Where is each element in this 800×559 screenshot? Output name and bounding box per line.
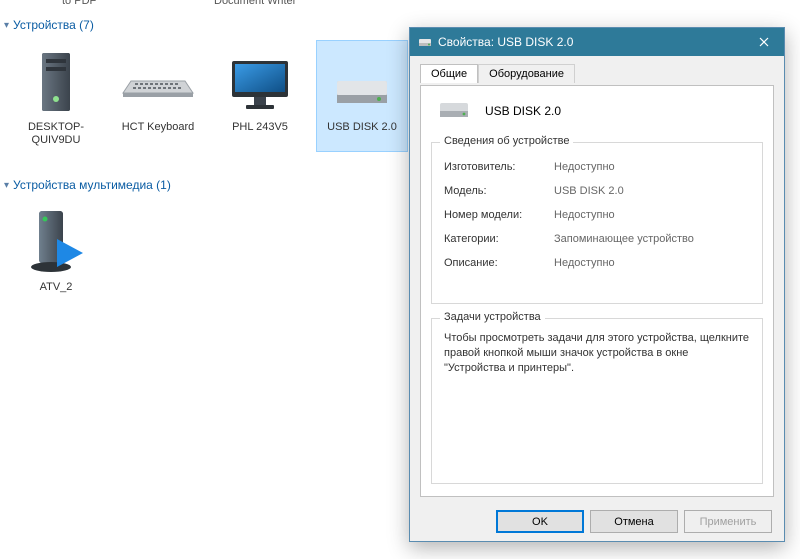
device-tasks-group: Задачи устройства Чтобы просмотреть зада… xyxy=(431,318,763,484)
info-value: Запоминающее устройство xyxy=(554,233,694,245)
device-label: HCT Keyboard xyxy=(113,121,203,134)
dialog-titlebar[interactable]: Свойства: USB DISK 2.0 xyxy=(410,28,784,56)
properties-dialog: Свойства: USB DISK 2.0 Общие Оборудовани… xyxy=(409,27,785,542)
device-desktop[interactable]: DESKTOP-QUIV9DU xyxy=(10,40,102,152)
device-label: ATV_2 xyxy=(11,281,101,294)
external-drive-icon xyxy=(317,45,407,117)
dialog-title: Свойства: USB DISK 2.0 xyxy=(438,35,744,49)
info-key: Категории: xyxy=(444,233,554,245)
clipped-label: Document Writer xyxy=(214,0,296,7)
row-modelnum: Номер модели:Недоступно xyxy=(444,203,750,227)
info-key: Номер модели: xyxy=(444,209,554,221)
apply-button: Применить xyxy=(684,510,772,533)
device-monitor[interactable]: PHL 243V5 xyxy=(214,40,306,152)
device-label: PHL 243V5 xyxy=(215,121,305,134)
tab-general[interactable]: Общие xyxy=(420,64,478,83)
chevron-down-icon: ▾ xyxy=(4,180,9,191)
section-title: Устройства мультимедиа (1) xyxy=(13,178,171,192)
desktop-tower-icon xyxy=(11,45,101,117)
keyboard-icon xyxy=(113,45,203,117)
external-drive-icon xyxy=(439,100,469,122)
clipped-label: to PDF xyxy=(62,0,96,7)
row-model: Модель:USB DISK 2.0 xyxy=(444,179,750,203)
device-keyboard[interactable]: HCT Keyboard xyxy=(112,40,204,152)
info-value: Недоступно xyxy=(554,161,615,173)
row-manufacturer: Изготовитель:Недоступно xyxy=(444,155,750,179)
chevron-down-icon: ▾ xyxy=(4,20,9,31)
close-icon xyxy=(759,37,769,47)
device-name: USB DISK 2.0 xyxy=(485,104,561,118)
close-button[interactable] xyxy=(744,28,784,56)
ok-button[interactable]: OK xyxy=(496,510,584,533)
clipped-row: to PDF Document Writer xyxy=(0,0,800,10)
dialog-body: Общие Оборудование USB DISK 2.0 Сведения… xyxy=(410,56,784,541)
tab-hardware[interactable]: Оборудование xyxy=(478,64,575,83)
drive-icon xyxy=(418,35,432,49)
group-legend: Задачи устройства xyxy=(440,311,545,323)
dialog-buttons: OK Отмена Применить xyxy=(496,510,772,533)
info-key: Модель: xyxy=(444,185,554,197)
devices-row: DESKTOP-QUIV9DU HCT Keyboard xyxy=(10,40,408,152)
group-legend: Сведения об устройстве xyxy=(440,135,573,147)
info-value: USB DISK 2.0 xyxy=(554,185,624,197)
info-value: Недоступно xyxy=(554,209,615,221)
info-value: Недоступно xyxy=(554,257,615,269)
monitor-icon xyxy=(215,45,305,117)
media-row: ATV_2 xyxy=(10,200,102,299)
media-server-icon xyxy=(11,205,101,277)
devices-and-printers-window: to PDF Document Writer ▾ Устройства (7) … xyxy=(0,0,800,559)
section-title: Устройства (7) xyxy=(13,18,94,32)
section-devices[interactable]: ▾ Устройства (7) xyxy=(4,18,94,32)
info-table: Изготовитель:Недоступно Модель:USB DISK … xyxy=(444,155,750,275)
row-description: Описание:Недоступно xyxy=(444,251,750,275)
tasks-text: Чтобы просмотреть задачи для этого устро… xyxy=(444,331,750,376)
device-identity: USB DISK 2.0 xyxy=(439,100,561,122)
device-media-atv2[interactable]: ATV_2 xyxy=(10,200,102,299)
info-key: Изготовитель: xyxy=(444,161,554,173)
device-label: DESKTOP-QUIV9DU xyxy=(11,121,101,147)
tab-strip: Общие Оборудование xyxy=(420,64,774,83)
device-info-group: Сведения об устройстве Изготовитель:Недо… xyxy=(431,142,763,304)
info-key: Описание: xyxy=(444,257,554,269)
tab-pane-general: USB DISK 2.0 Сведения об устройстве Изго… xyxy=(420,85,774,497)
section-media[interactable]: ▾ Устройства мультимедиа (1) xyxy=(4,178,171,192)
device-label: USB DISK 2.0 xyxy=(317,121,407,134)
cancel-button[interactable]: Отмена xyxy=(590,510,678,533)
row-category: Категории:Запоминающее устройство xyxy=(444,227,750,251)
device-usb-disk[interactable]: USB DISK 2.0 xyxy=(316,40,408,152)
